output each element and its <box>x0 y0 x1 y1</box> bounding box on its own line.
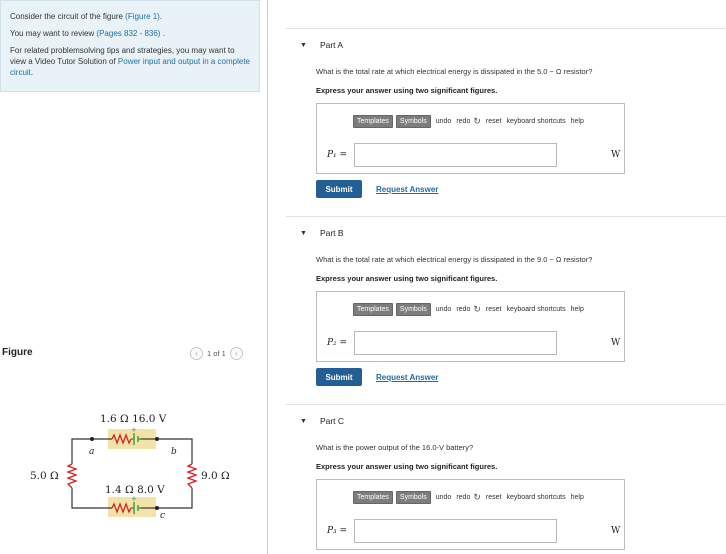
undo-button[interactable]: undo <box>436 494 452 501</box>
intro-line-1: Consider the circuit of the figure (Figu… <box>10 11 250 22</box>
intro-text: Consider the circuit of the figure <box>10 12 126 21</box>
part-b-question: What is the total rate at which electric… <box>316 255 593 264</box>
pager-text: 1 of 1 <box>207 349 226 358</box>
intro-text: . <box>30 68 34 77</box>
part-a-question: What is the total rate at which electric… <box>316 67 593 76</box>
part-b-title: Part B <box>319 228 344 238</box>
reset-button[interactable]: reset <box>486 494 502 501</box>
part-a-header[interactable]: ▼ Part A <box>300 40 343 50</box>
help-button[interactable]: help <box>571 494 584 501</box>
intro-box: Consider the circuit of the figure (Figu… <box>0 0 260 92</box>
circuit-diagram: 1.6 Ω 16.0 V 1.4 Ω 8.0 V 5.0 Ω 9.0 Ω a b… <box>30 413 230 521</box>
part-c-section: ▼ Part C What is the power output of the… <box>286 404 726 554</box>
part-c-answer-editor: Templates Symbols undo redo ↻ reset keyb… <box>316 479 625 550</box>
part-a-instruction: Express your answer using two significan… <box>316 86 498 95</box>
figure-pager: ‹ 1 of 1 › <box>190 347 243 360</box>
part-c-header[interactable]: ▼ Part C <box>300 416 344 426</box>
node-c-dot <box>155 506 159 510</box>
resistor-left <box>66 463 78 489</box>
top-branch-label: 1.6 Ω 16.0 V <box>100 413 167 425</box>
right-resistor-label: 9.0 Ω <box>201 470 230 482</box>
request-answer-link[interactable]: Request Answer <box>376 185 438 194</box>
help-button[interactable]: help <box>571 306 584 313</box>
variable-label: P₂ = <box>327 338 348 348</box>
node-b-label: b <box>171 447 177 457</box>
figure-label: Figure <box>2 347 33 358</box>
keyboard-shortcuts-button[interactable]: keyboard shortcuts <box>506 118 565 125</box>
symbols-button[interactable]: Symbols <box>395 491 431 504</box>
caret-down-icon: ▼ <box>300 41 307 49</box>
redo-button[interactable]: redo <box>456 494 470 501</box>
templates-button[interactable]: Templates <box>353 491 393 504</box>
part-b-instruction: Express your answer using two significan… <box>316 274 498 283</box>
unit-label: W <box>611 338 621 348</box>
intro-text: . <box>159 12 163 21</box>
part-b-section: ▼ Part B What is the total rate at which… <box>286 216 726 404</box>
chevron-left-icon[interactable]: ‹ <box>190 347 203 360</box>
pages-link[interactable]: (Pages 832 - 836) <box>96 29 160 38</box>
node-b-dot <box>155 437 159 441</box>
part-c-title: Part C <box>319 416 345 426</box>
unit-label: W <box>611 526 621 536</box>
intro-line-3: For related problemsolving tips and stra… <box>10 45 250 78</box>
intro-line-2: You may want to review (Pages 832 - 836)… <box>10 28 250 39</box>
battery-top-plus: + <box>131 426 137 434</box>
node-c-label: c <box>160 511 165 521</box>
request-answer-link[interactable]: Request Answer <box>376 373 438 382</box>
battery-bottom-plus: + <box>131 495 137 503</box>
part-c-instruction: Express your answer using two significan… <box>316 462 498 471</box>
variable-label: P₃ = <box>327 526 348 536</box>
undo-button[interactable]: undo <box>436 118 452 125</box>
figure-link[interactable]: (Figure 1) <box>125 12 160 21</box>
math-toolbar: Templates Symbols undo redo ↻ reset keyb… <box>353 303 584 316</box>
templates-button[interactable]: Templates <box>353 303 393 316</box>
submit-button[interactable]: Submit <box>316 180 362 198</box>
reset-icon: ↻ <box>473 304 481 314</box>
answer-input[interactable] <box>354 519 557 543</box>
caret-down-icon: ▼ <box>300 417 307 425</box>
reset-icon: ↻ <box>473 492 481 502</box>
unit-label: W <box>611 150 621 160</box>
answer-input[interactable] <box>354 331 557 355</box>
help-button[interactable]: help <box>571 118 584 125</box>
symbols-button[interactable]: Symbols <box>395 303 431 316</box>
templates-button[interactable]: Templates <box>353 115 393 128</box>
left-panel: Consider the circuit of the figure (Figu… <box>0 0 268 554</box>
caret-down-icon: ▼ <box>300 229 307 237</box>
math-toolbar: Templates Symbols undo redo ↻ reset keyb… <box>353 115 584 128</box>
node-a-dot <box>90 437 94 441</box>
undo-button[interactable]: undo <box>436 306 452 313</box>
variable-label: P₁ = <box>327 150 348 160</box>
reset-icon: ↻ <box>473 116 481 126</box>
intro-text: . <box>160 29 165 38</box>
part-b-answer-editor: Templates Symbols undo redo ↻ reset keyb… <box>316 291 625 362</box>
math-toolbar: Templates Symbols undo redo ↻ reset keyb… <box>353 491 584 504</box>
reset-button[interactable]: reset <box>486 306 502 313</box>
intro-text: You may want to review <box>10 29 97 38</box>
answer-input[interactable] <box>354 143 557 167</box>
redo-button[interactable]: redo <box>456 306 470 313</box>
keyboard-shortcuts-button[interactable]: keyboard shortcuts <box>506 494 565 501</box>
keyboard-shortcuts-button[interactable]: keyboard shortcuts <box>506 306 565 313</box>
part-a-title: Part A <box>319 40 344 50</box>
reset-button[interactable]: reset <box>486 118 502 125</box>
right-panel: ▼ Part A What is the total rate at which… <box>286 0 726 554</box>
chevron-right-icon[interactable]: › <box>229 347 243 360</box>
submit-button[interactable]: Submit <box>316 368 362 386</box>
redo-button[interactable]: redo <box>456 118 470 125</box>
node-a-label: a <box>89 447 94 457</box>
part-a-section: ▼ Part A What is the total rate at which… <box>286 28 726 216</box>
part-b-header[interactable]: ▼ Part B <box>300 228 344 238</box>
resistor-right <box>186 463 198 489</box>
symbols-button[interactable]: Symbols <box>395 115 431 128</box>
part-a-answer-editor: Templates Symbols undo redo ↻ reset keyb… <box>316 103 625 174</box>
part-c-question: What is the power output of the 16.0-V b… <box>316 443 474 452</box>
left-resistor-label: 5.0 Ω <box>30 470 59 482</box>
